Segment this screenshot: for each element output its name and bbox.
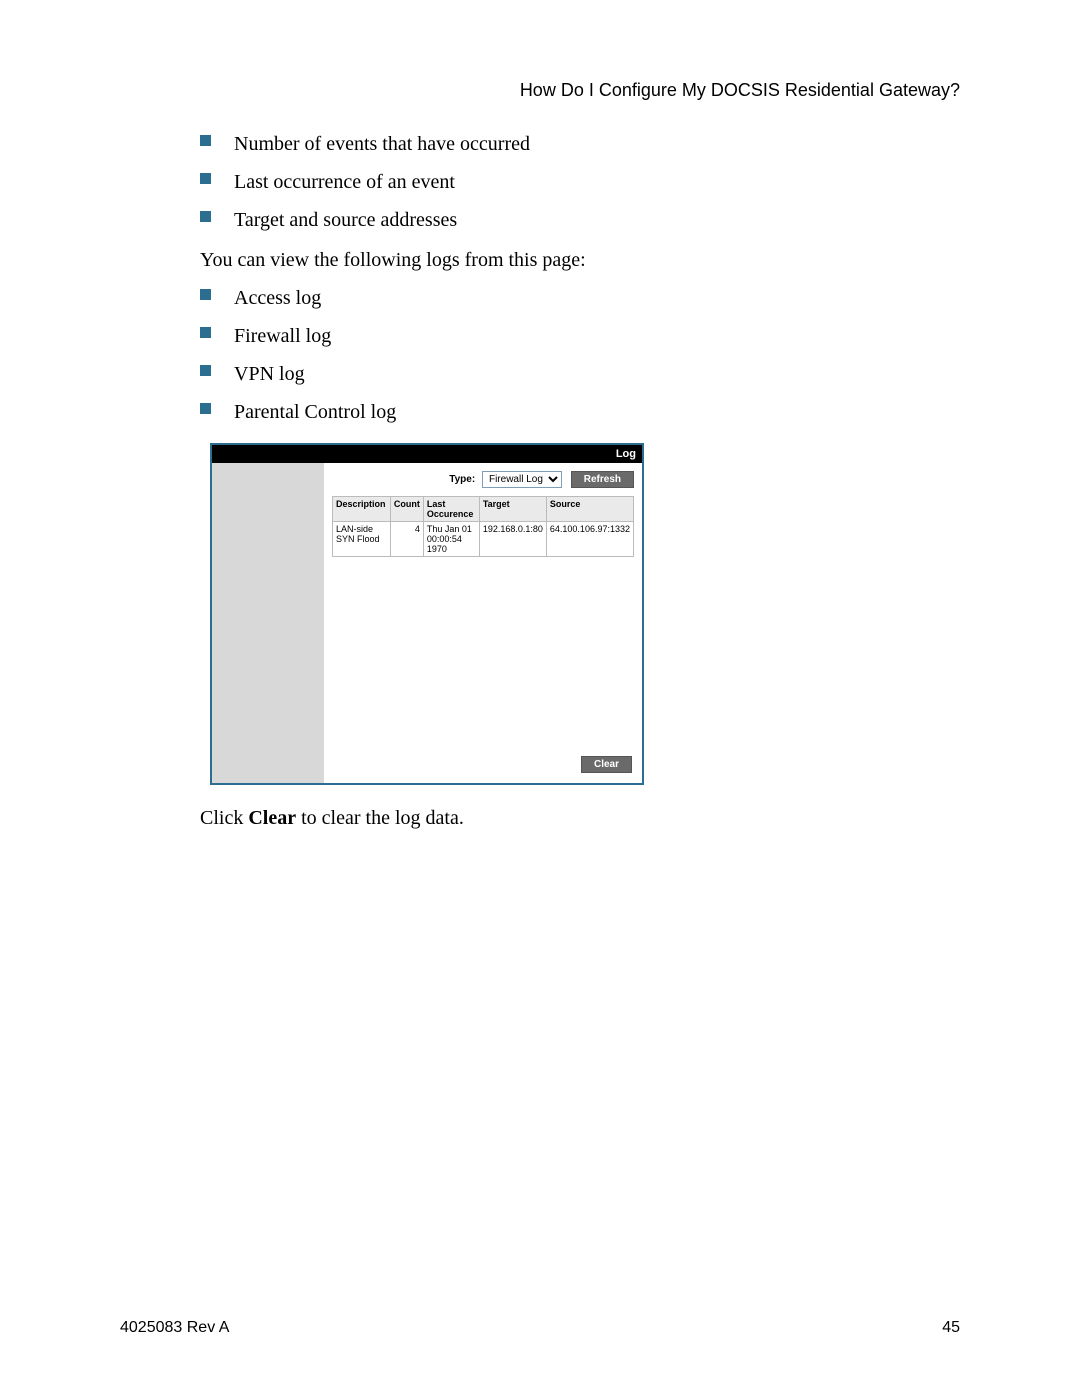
col-count: Count	[390, 497, 423, 522]
col-description: Description	[333, 497, 391, 522]
cell-source: 64.100.106.97:1332	[546, 522, 633, 557]
col-source: Source	[546, 497, 633, 522]
list-item: Target and source addresses	[200, 205, 960, 235]
bullet-icon	[200, 135, 211, 146]
clear-text-bold: Clear	[248, 807, 296, 829]
footer-page-number: 45	[942, 1319, 960, 1337]
page-header: How Do I Configure My DOCSIS Residential…	[200, 80, 960, 101]
list-item: VPN log	[200, 359, 960, 389]
type-label: Type:	[449, 474, 475, 485]
list-item-text: Parental Control log	[234, 401, 396, 423]
bullet-icon	[200, 403, 211, 414]
log-type-select[interactable]: Firewall Log	[482, 471, 562, 488]
list-item-text: Firewall log	[234, 325, 331, 347]
clear-button[interactable]: Clear	[581, 756, 632, 773]
table-header-row: Description Count Last Occurence Target …	[333, 497, 634, 522]
list-item: Access log	[200, 283, 960, 313]
log-window-title: Log	[212, 445, 642, 463]
bullet-icon	[200, 173, 211, 184]
bullet-icon	[200, 289, 211, 300]
clear-instruction: Click Clear to clear the log data.	[200, 803, 960, 833]
table-row: LAN-side SYN Flood 4 Thu Jan 01 00:00:54…	[333, 522, 634, 557]
list-item-text: VPN log	[234, 363, 305, 385]
bullet-icon	[200, 365, 211, 376]
clear-text-suffix: to clear the log data.	[296, 807, 464, 829]
cell-target: 192.168.0.1:80	[479, 522, 546, 557]
col-target: Target	[479, 497, 546, 522]
log-screenshot: Log Type: Firewall Log Refresh Descripti…	[210, 443, 644, 785]
list-item: Parental Control log	[200, 397, 960, 427]
list-item: Last occurrence of an event	[200, 167, 960, 197]
list-item-text: Number of events that have occurred	[234, 133, 530, 155]
bullet-icon	[200, 327, 211, 338]
log-sidebar	[212, 463, 324, 783]
cell-description: LAN-side SYN Flood	[333, 522, 391, 557]
view-logs-intro: You can view the following logs from thi…	[200, 245, 960, 275]
log-main-panel: Type: Firewall Log Refresh Description C…	[324, 463, 642, 783]
event-details-list: Number of events that have occurred Last…	[200, 129, 960, 235]
list-item-text: Target and source addresses	[234, 209, 457, 231]
cell-count: 4	[390, 522, 423, 557]
bullet-icon	[200, 211, 211, 222]
page-footer: 4025083 Rev A 45	[120, 1319, 960, 1337]
list-item-text: Access log	[234, 287, 321, 309]
col-last-occurence: Last Occurence	[423, 497, 479, 522]
clear-button-row: Clear	[575, 754, 632, 773]
clear-text-prefix: Click	[200, 807, 248, 829]
log-type-row: Type: Firewall Log Refresh	[332, 471, 634, 488]
list-item: Firewall log	[200, 321, 960, 351]
log-table: Description Count Last Occurence Target …	[332, 496, 634, 557]
refresh-button[interactable]: Refresh	[571, 471, 634, 488]
footer-doc-id: 4025083 Rev A	[120, 1319, 229, 1337]
logs-types-list: Access log Firewall log VPN log Parental…	[200, 283, 960, 427]
cell-last-occurence: Thu Jan 01 00:00:54 1970	[423, 522, 479, 557]
list-item-text: Last occurrence of an event	[234, 171, 455, 193]
list-item: Number of events that have occurred	[200, 129, 960, 159]
